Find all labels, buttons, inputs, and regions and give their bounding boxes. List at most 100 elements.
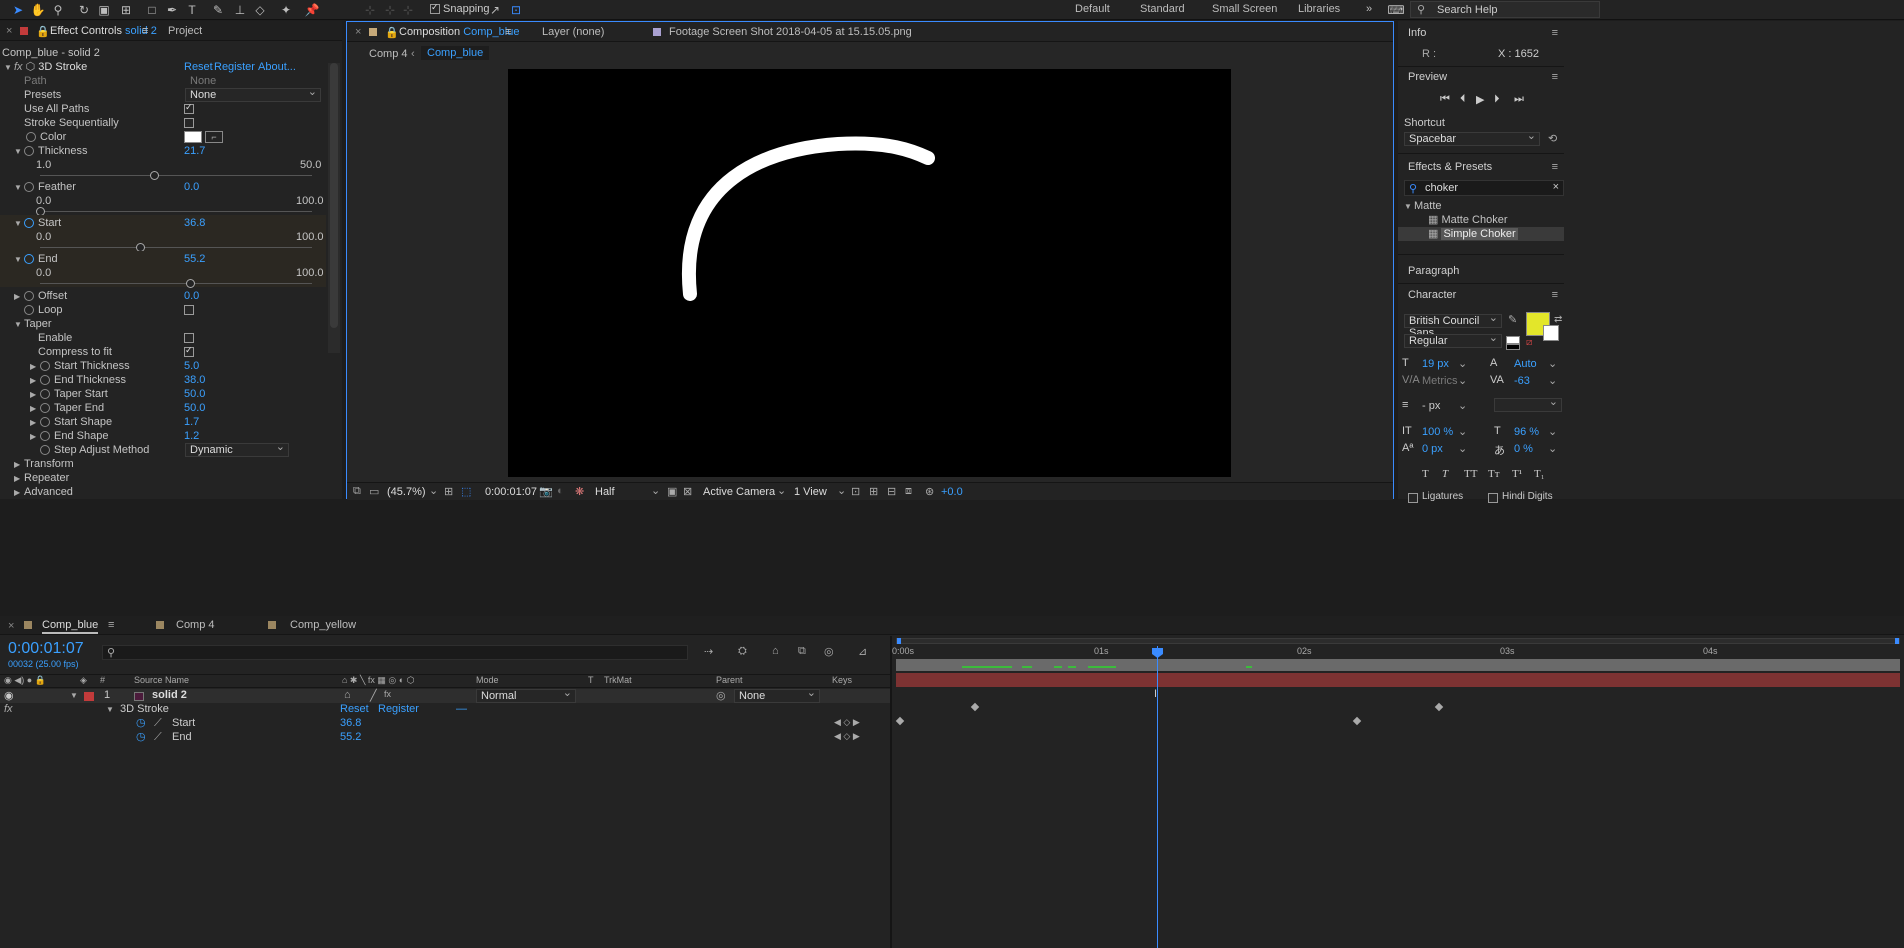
reset-link[interactable]: Reset	[184, 60, 213, 74]
transform-row[interactable]: ▶ Transform	[14, 457, 74, 471]
current-time[interactable]: 0:00:01:07	[485, 486, 537, 498]
scrollbar-thumb[interactable]	[330, 63, 338, 328]
timeline-end-value[interactable]: 55.2	[340, 731, 361, 743]
taper-row-value[interactable]: 1.7	[184, 415, 199, 429]
matte-item-selected[interactable]: ▦ Simple Choker	[1398, 227, 1564, 241]
step-adjust-dropdown[interactable]: Dynamic	[185, 441, 289, 457]
layer-parent-dropdown[interactable]: None	[734, 687, 820, 703]
start-slider[interactable]	[40, 243, 312, 252]
effects-search-input[interactable]: choker	[1425, 182, 1458, 194]
workspace-menu-icon[interactable]: ⌨	[1387, 2, 1404, 18]
stopwatch-icon[interactable]	[40, 431, 50, 442]
resolution-dropdown[interactable]: Half	[595, 486, 615, 498]
swap-colors-icon[interactable]: ⇄	[1554, 314, 1562, 325]
stopwatch-icon[interactable]	[24, 305, 34, 316]
start-value[interactable]: 36.8	[184, 216, 205, 230]
vert-scale-value[interactable]: 100 %	[1422, 426, 1453, 438]
tab-composition[interactable]: Composition Comp_blue	[399, 26, 519, 38]
comp-flow-icon[interactable]: ⇢	[704, 645, 713, 658]
keyframe-nav-icons[interactable]: ◀ ◇ ▶	[834, 731, 860, 742]
flowchart-icon[interactable]: ⧈	[905, 485, 912, 498]
end-row[interactable]: ▼ End	[14, 252, 58, 266]
loop-checkbox[interactable]	[184, 305, 194, 315]
superscript-button[interactable]: T¹	[1512, 468, 1522, 480]
taper-row-value[interactable]: 1.2	[184, 429, 199, 443]
kerning-value[interactable]: Metrics	[1422, 375, 1457, 387]
taper-row[interactable]: ▼ Taper	[14, 317, 52, 331]
offset-value[interactable]: 0.0	[184, 289, 199, 303]
visibility-eye-icon[interactable]: ◉	[4, 689, 14, 702]
composition-canvas[interactable]	[508, 69, 1231, 477]
register-link[interactable]: Register	[214, 60, 255, 74]
layer-mode-dropdown[interactable]: Normal	[476, 687, 576, 703]
timeline-reset-link[interactable]: Reset	[340, 703, 369, 715]
time-ruler[interactable]: 0:00s 01s 02s 03s 04s	[892, 646, 1904, 658]
thickness-value[interactable]: 21.7	[184, 144, 205, 158]
transparency-grid-icon[interactable]: ⊠	[683, 485, 692, 498]
taper-end-thickness-row[interactable]: ▶ End Thickness	[30, 373, 126, 387]
timeline-effect-name[interactable]: 3D Stroke	[120, 703, 169, 715]
compress-checkbox[interactable]	[184, 345, 194, 357]
offset-row[interactable]: ▶ Offset	[14, 289, 67, 303]
feather-value[interactable]: 0.0	[184, 180, 199, 194]
workspace-small-screen[interactable]: Small Screen	[1212, 3, 1277, 15]
fast-previews-icon[interactable]: ⊞	[869, 485, 878, 498]
selection-tool-icon[interactable]: ➤	[10, 2, 26, 18]
exposure-value[interactable]: +0.0	[941, 486, 963, 498]
timeline-register-link[interactable]: Register	[378, 703, 419, 715]
tsume-value[interactable]: 0 %	[1514, 443, 1533, 455]
ligatures-checkbox[interactable]	[1408, 493, 1418, 503]
keyframe-end-2[interactable]	[1352, 716, 1362, 726]
rectangle-tool-icon[interactable]: □	[144, 2, 160, 18]
font-family-dropdown[interactable]: British Council Sans	[1404, 312, 1502, 339]
snapping-checkbox[interactable]	[430, 2, 440, 14]
lock-icon[interactable]: 🔒	[385, 26, 399, 39]
baseline-value[interactable]: 0 px	[1422, 443, 1443, 455]
refresh-icon[interactable]: ⟲	[1548, 132, 1557, 145]
workspace-standard[interactable]: Standard	[1140, 3, 1185, 15]
expand-chevron-icon[interactable]: ▼	[70, 691, 78, 700]
motion-blur-icon[interactable]: ◎	[824, 645, 834, 658]
col-keys[interactable]: Keys	[832, 675, 852, 685]
scrollbar[interactable]	[328, 63, 340, 353]
black-swatch[interactable]	[1506, 344, 1520, 350]
tab-comp-blue[interactable]: Comp_blue	[42, 619, 99, 634]
show-snapshot-icon[interactable]: ◐	[557, 485, 564, 497]
end-slider[interactable]	[40, 279, 312, 288]
stopwatch-active-icon[interactable]	[24, 218, 34, 229]
layer-label-color[interactable]	[84, 692, 94, 701]
col-mode[interactable]: Mode	[476, 675, 499, 685]
keyframe-end-1[interactable]	[895, 716, 905, 726]
use-all-paths-checkbox[interactable]	[184, 102, 194, 114]
tab-project[interactable]: Project	[168, 25, 202, 37]
reset-exposure-icon[interactable]: ⊛	[925, 485, 934, 498]
stroke-seq-checkbox[interactable]	[184, 118, 194, 128]
toggle-pixel-icon[interactable]: ⊡	[851, 485, 860, 498]
panel-menu-icon[interactable]: ≡	[505, 26, 511, 38]
graph-icon[interactable]: ⟋	[154, 731, 162, 744]
workspace-libraries[interactable]: Libraries	[1298, 3, 1340, 15]
stopwatch-icon[interactable]	[24, 291, 34, 302]
eyedropper-icon[interactable]: ✎	[1508, 313, 1517, 326]
hand-tool-icon[interactable]: ✋	[30, 2, 46, 18]
keyframe-start-1[interactable]	[970, 702, 980, 712]
grid-icon[interactable]: ⊞	[444, 485, 453, 498]
effect-header[interactable]: ▼ fx ⬡ 3D Stroke	[4, 60, 87, 74]
thickness-slider-knob[interactable]	[150, 171, 160, 180]
shy-switch-icon[interactable]: ⌂	[344, 689, 351, 701]
rotate-tool-icon[interactable]: ↻	[76, 2, 92, 18]
camera-tool-icon[interactable]: ▣	[96, 2, 112, 18]
feather-row[interactable]: ▼ Feather	[14, 180, 76, 194]
layer-row[interactable]: ◉ ▼ 1 solid 2 ⌂ ╱ fx Normal ◎ None	[0, 687, 890, 703]
snapshot-icon[interactable]: 📷	[539, 485, 553, 498]
nav-end-handle[interactable]	[1895, 638, 1899, 644]
taper-row-value[interactable]: 5.0	[184, 359, 199, 373]
prev-frame-icon[interactable]: ⏴	[1460, 93, 1466, 106]
layer-name[interactable]: solid 2	[152, 689, 187, 701]
effects-search-box[interactable]: ⚲ choker ×	[1404, 180, 1564, 196]
snap-features-icon[interactable]: ⊡	[508, 2, 524, 18]
start-shape-row[interactable]: ▶ Start Shape	[30, 415, 112, 429]
col-trkmat[interactable]: TrkMat	[604, 675, 632, 685]
stopwatch-icon[interactable]	[40, 361, 50, 372]
stroke-width-value[interactable]: - px	[1422, 400, 1440, 412]
